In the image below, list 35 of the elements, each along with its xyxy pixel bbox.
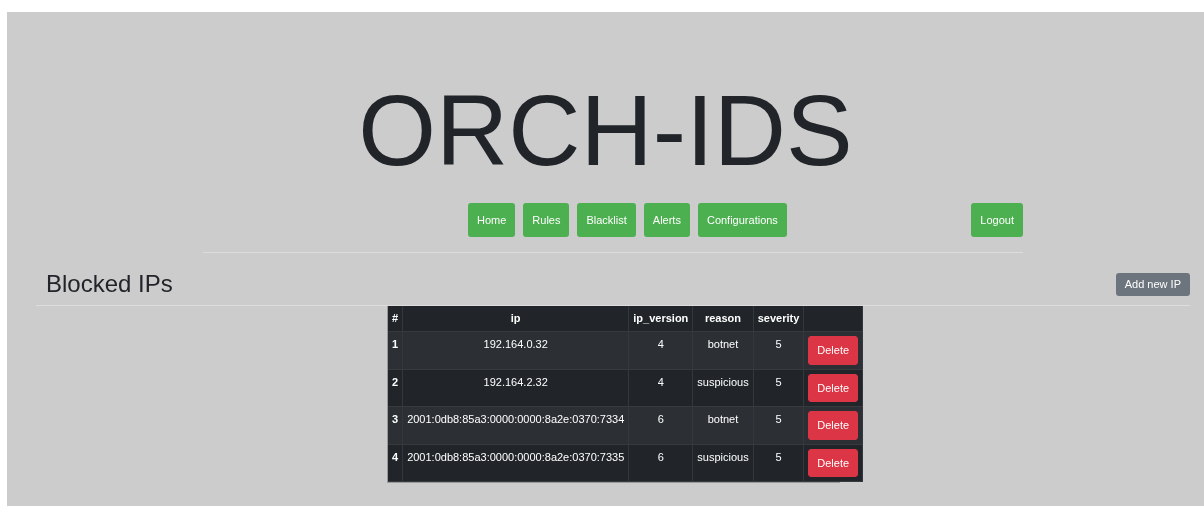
delete-button[interactable]: Delete <box>808 448 859 478</box>
table-cell: 4 <box>388 444 403 482</box>
table-cell: 6 <box>628 406 693 445</box>
table-cell: 4 <box>628 331 693 370</box>
nav-button[interactable]: Rules <box>523 203 570 237</box>
table-cell: 5 <box>753 444 804 482</box>
nav-button[interactable]: Home <box>468 203 516 237</box>
table-cell: suspicious <box>692 444 754 482</box>
page-heading: Blocked IPs <box>46 270 173 299</box>
table-cell: botnet <box>692 331 754 370</box>
table-cell: 2001:0db8:85a3:0000:0000:8a2e:0370:7334 <box>402 406 629 445</box>
nav-button[interactable]: Configurations <box>697 203 787 237</box>
delete-button[interactable]: Delete <box>808 411 859 440</box>
delete-button[interactable]: Delete <box>808 373 859 403</box>
logout-button[interactable]: Logout <box>971 203 1023 237</box>
table-cell: 1 <box>388 331 403 370</box>
table-cell: 5 <box>753 406 804 445</box>
nav-button[interactable]: Blacklist <box>577 203 636 237</box>
table-cell: 4 <box>628 369 693 407</box>
table-cell: suspicious <box>692 369 754 407</box>
nav-button[interactable]: Alerts <box>643 203 690 237</box>
table-cell: 2001:0db8:85a3:0000:0000:8a2e:0370:7335 <box>402 444 629 482</box>
delete-button[interactable]: Delete <box>808 336 859 365</box>
table-cell: 192.164.0.32 <box>402 331 629 370</box>
table-cell: 5 <box>753 369 804 407</box>
column-header: # <box>388 305 403 332</box>
table-cell: 2 <box>388 369 403 407</box>
site-title: ORCH-IDS <box>357 73 854 188</box>
table-cell: botnet <box>692 406 754 445</box>
table-cell: 5 <box>753 331 804 370</box>
column-header: ip <box>402 305 629 332</box>
table-cell: 3 <box>388 406 403 445</box>
add-ip-button[interactable]: Add new IP <box>1115 272 1190 296</box>
table-cell: 6 <box>628 444 693 482</box>
table-cell: 192.164.2.32 <box>402 369 629 407</box>
